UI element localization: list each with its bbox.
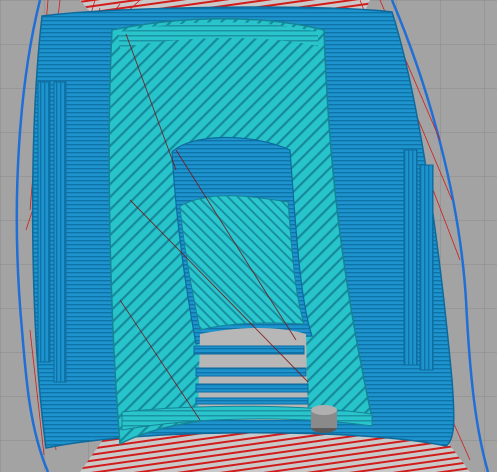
toolpath-preview-canvas[interactable] (0, 0, 497, 472)
cavity-infill (179, 195, 305, 331)
bridge-bar-3 (195, 383, 309, 393)
nozzle-marker-icon (311, 405, 337, 433)
bridge-bar-4 (195, 397, 309, 405)
right-wing-strip-outer (419, 164, 434, 371)
bridge-bar-1 (193, 345, 305, 355)
left-wing-strip-outer (37, 81, 51, 363)
right-wing-strip-inner (403, 149, 418, 366)
layer-view-viewport[interactable] (0, 0, 497, 472)
left-wing-strip-inner (53, 81, 67, 383)
bridge-bar-2 (195, 367, 307, 377)
